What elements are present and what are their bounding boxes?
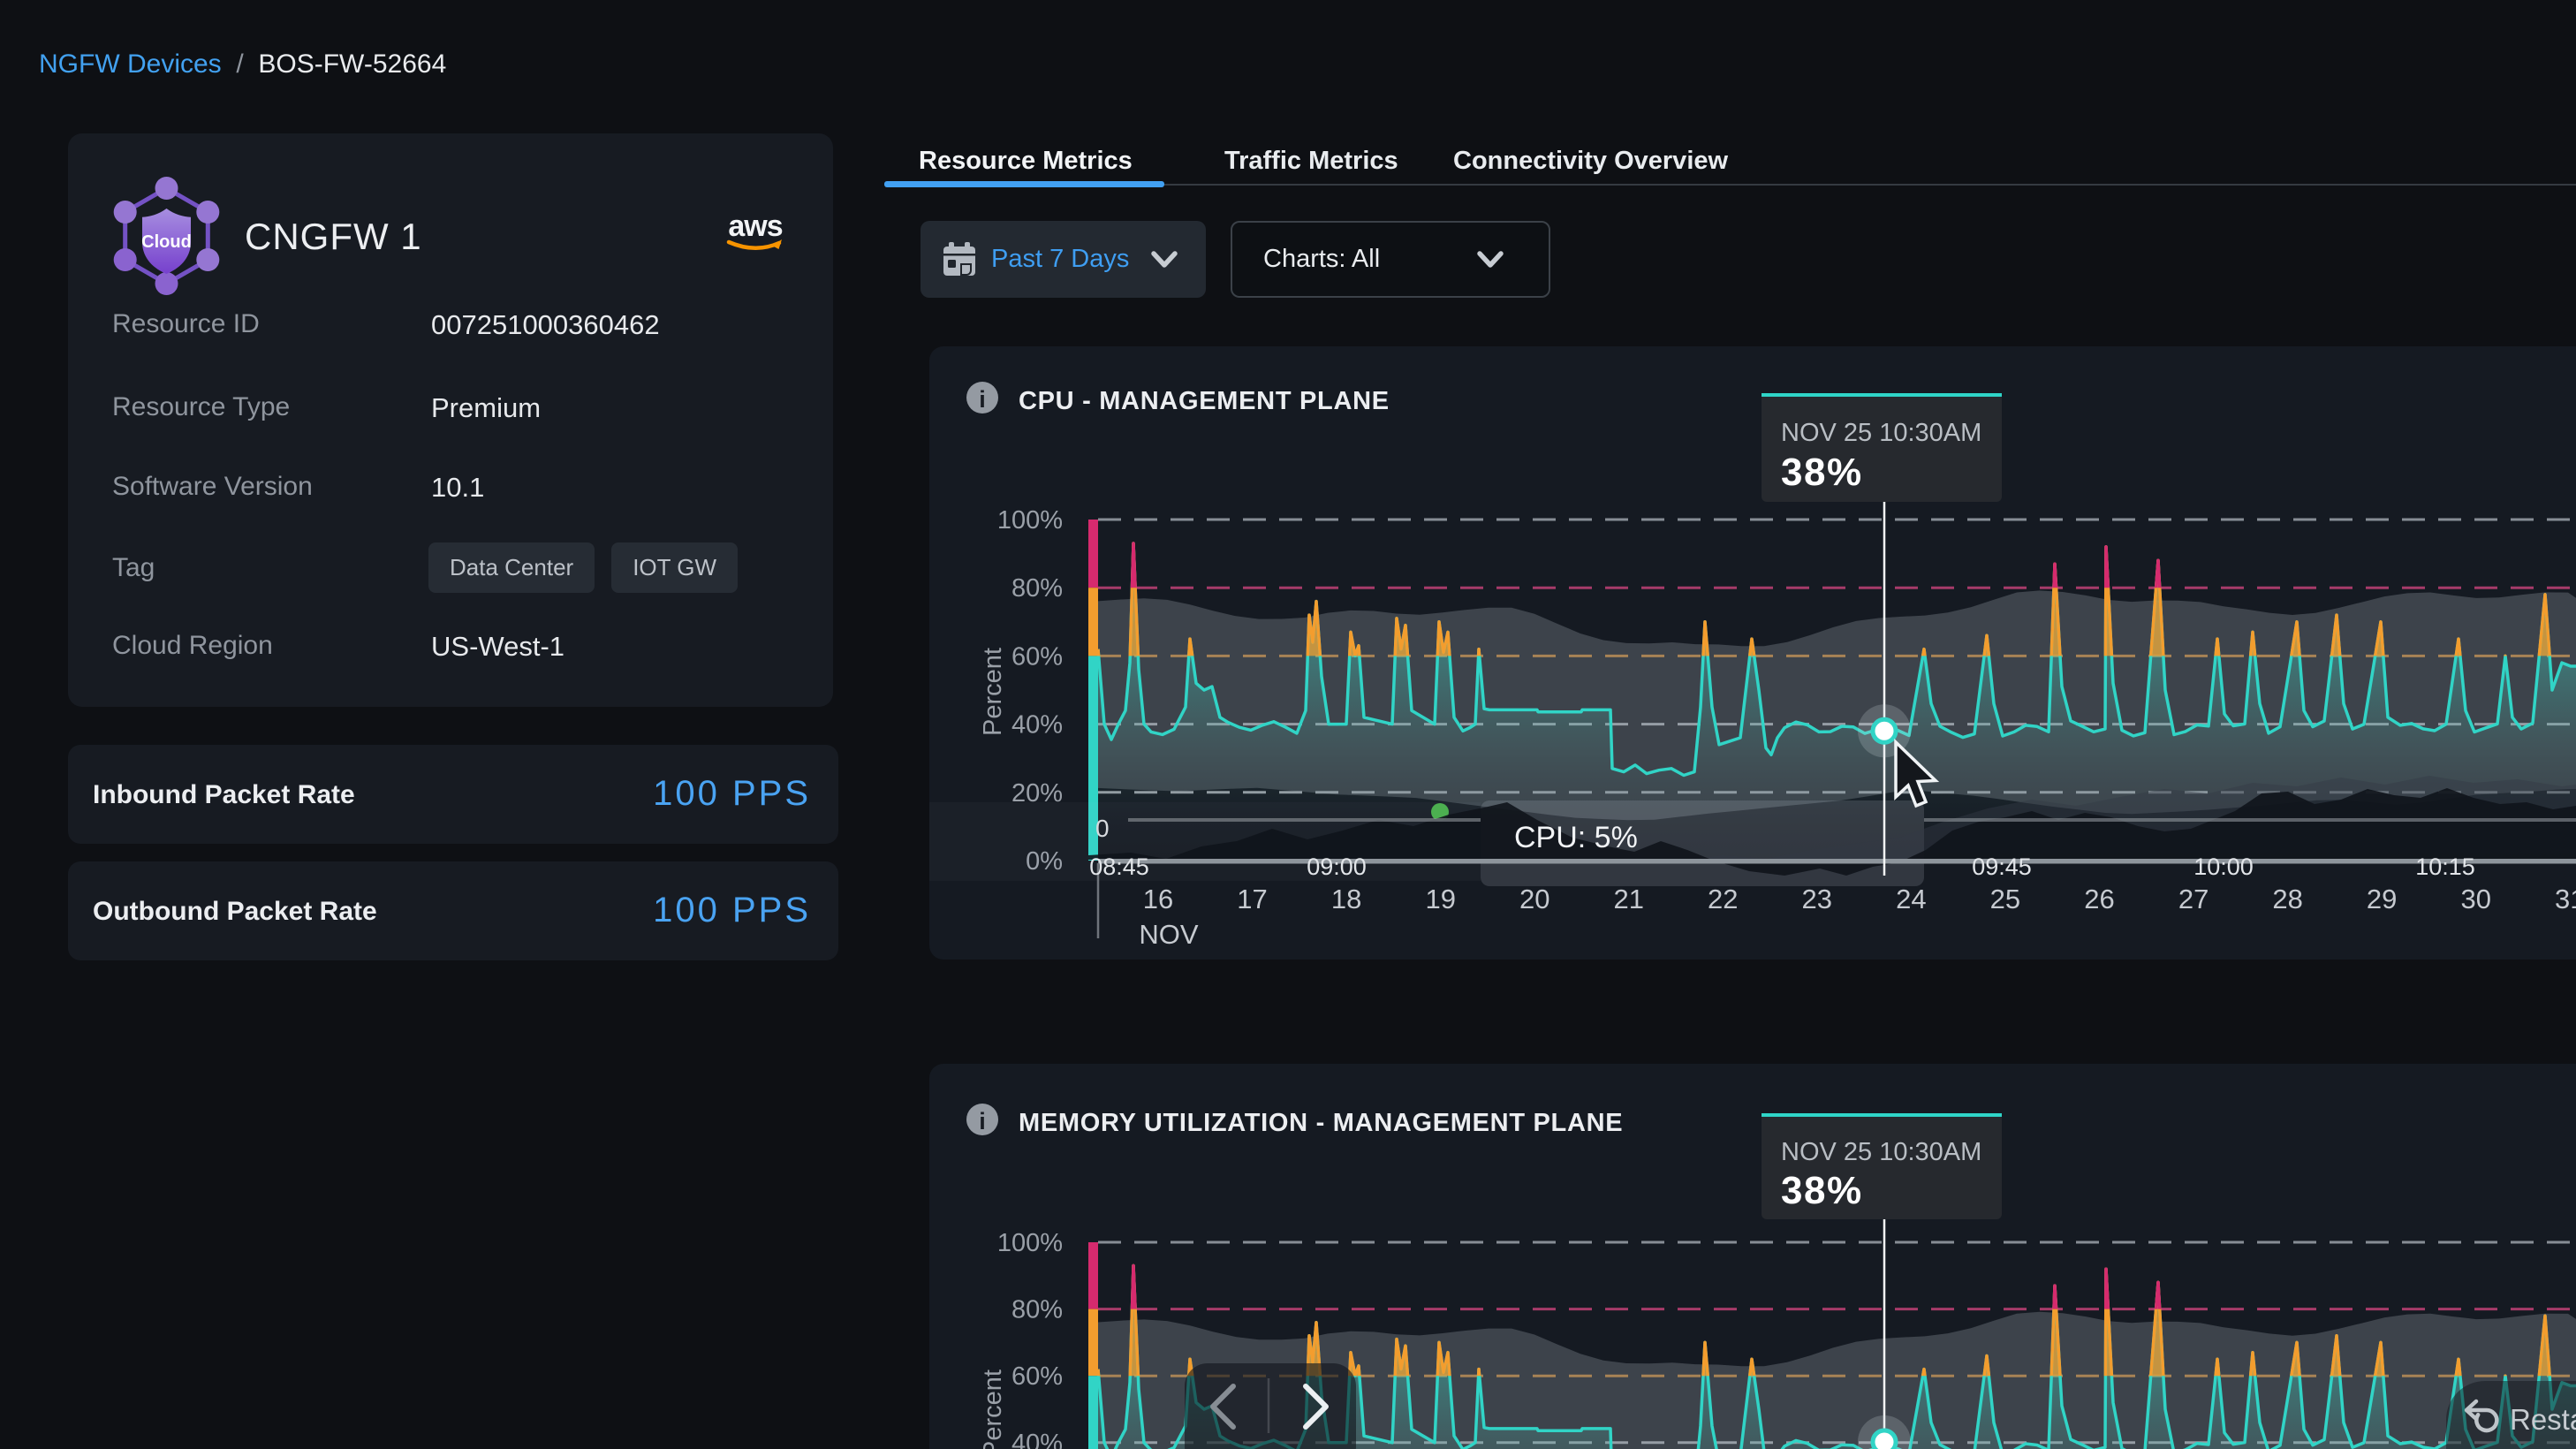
svg-text:24: 24: [1896, 884, 1926, 914]
svg-text:09:00: 09:00: [1307, 853, 1367, 880]
svg-text:21: 21: [1614, 884, 1644, 914]
svg-text:10:15: 10:15: [2415, 853, 2475, 880]
svg-text:25: 25: [1990, 884, 2020, 914]
svg-text:10:00: 10:00: [2193, 853, 2254, 880]
svg-text:17: 17: [1237, 884, 1267, 914]
svg-text:31: 31: [2555, 884, 2576, 914]
svg-text:NOV: NOV: [1139, 919, 1199, 950]
svg-text:40%: 40%: [1011, 711, 1063, 740]
svg-text:i: i: [979, 386, 986, 413]
svg-text:09:45: 09:45: [1972, 853, 2032, 880]
svg-text:Percent: Percent: [979, 1369, 1007, 1449]
svg-text:18: 18: [1331, 884, 1361, 914]
svg-text:Percent: Percent: [979, 648, 1007, 736]
svg-text:60%: 60%: [1011, 642, 1063, 671]
svg-text:40%: 40%: [1011, 1430, 1063, 1449]
svg-text:100%: 100%: [997, 506, 1063, 535]
svg-text:100%: 100%: [997, 1229, 1063, 1257]
svg-text:26: 26: [2084, 884, 2114, 914]
svg-text:CPU: 5%: CPU: 5%: [1514, 821, 1638, 854]
svg-text:22: 22: [1708, 884, 1738, 914]
svg-text:CPU - MANAGEMENT PLANE: CPU - MANAGEMENT PLANE: [1019, 387, 1390, 415]
svg-text:16: 16: [1143, 884, 1173, 914]
svg-text:NOV 25 10:30AM: NOV 25 10:30AM: [1781, 419, 1981, 447]
svg-text:60%: 60%: [1011, 1362, 1063, 1391]
svg-text:38%: 38%: [1781, 451, 1863, 494]
svg-text:27: 27: [2178, 884, 2209, 914]
svg-text:20: 20: [1519, 884, 1549, 914]
svg-text:28: 28: [2272, 884, 2302, 914]
svg-text:19: 19: [1425, 884, 1455, 914]
svg-text:Restart: Restart: [2510, 1403, 2576, 1436]
svg-text:08:45: 08:45: [1089, 853, 1149, 880]
svg-text:38%: 38%: [1781, 1169, 1863, 1212]
svg-text:29: 29: [2367, 884, 2397, 914]
svg-text:i: i: [979, 1108, 986, 1134]
svg-text:23: 23: [1802, 884, 1832, 914]
svg-text:80%: 80%: [1011, 574, 1063, 603]
svg-text:NOV 25 10:30AM: NOV 25 10:30AM: [1781, 1138, 1981, 1166]
svg-text:MEMORY UTILIZATION - MANAGEMEN: MEMORY UTILIZATION - MANAGEMENT PLANE: [1019, 1109, 1623, 1137]
svg-text:0: 0: [1095, 815, 1110, 842]
svg-text:80%: 80%: [1011, 1296, 1063, 1324]
svg-text:30: 30: [2460, 884, 2490, 914]
